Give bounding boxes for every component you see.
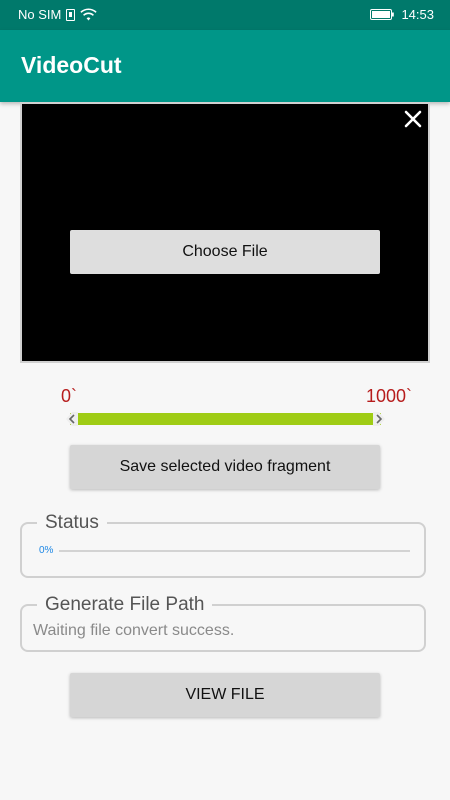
- range-end-handle[interactable]: [373, 412, 385, 426]
- close-icon[interactable]: [402, 108, 424, 130]
- carrier-text: No SIM: [18, 7, 62, 22]
- wifi-icon: [80, 8, 97, 21]
- range-selected-fill: [70, 413, 381, 425]
- path-text: Waiting file convert success.: [33, 622, 235, 639]
- status-panel-title: Status: [37, 512, 107, 534]
- save-fragment-button[interactable]: Save selected video fragment: [70, 445, 380, 489]
- path-panel-title: Generate File Path: [37, 594, 213, 616]
- video-preview: Choose File: [20, 102, 430, 363]
- status-left: No SIM: [18, 7, 97, 22]
- app-bar: VideoCut: [0, 30, 450, 102]
- range-seekbar[interactable]: [66, 412, 385, 426]
- clock-text: 14:53: [401, 7, 434, 22]
- sim-icon: [66, 8, 76, 21]
- range-min-label: 0`: [61, 386, 78, 406]
- range-max-label: 1000`: [365, 386, 412, 406]
- app-title: VideoCut: [21, 52, 122, 78]
- status-bar: No SIM 14:53: [0, 0, 450, 30]
- status-right: 14:53: [370, 7, 434, 22]
- choose-file-button[interactable]: Choose File: [70, 230, 380, 274]
- status-panel: Status 0%: [20, 512, 426, 578]
- range-start-handle[interactable]: [66, 412, 78, 426]
- view-file-button[interactable]: VIEW FILE: [70, 673, 380, 717]
- status-progress-bar: [59, 550, 410, 552]
- status-progress-label: 0%: [39, 545, 54, 556]
- generate-file-path-panel: Generate File Path Waiting file convert …: [20, 594, 426, 652]
- battery-icon: [370, 9, 395, 20]
